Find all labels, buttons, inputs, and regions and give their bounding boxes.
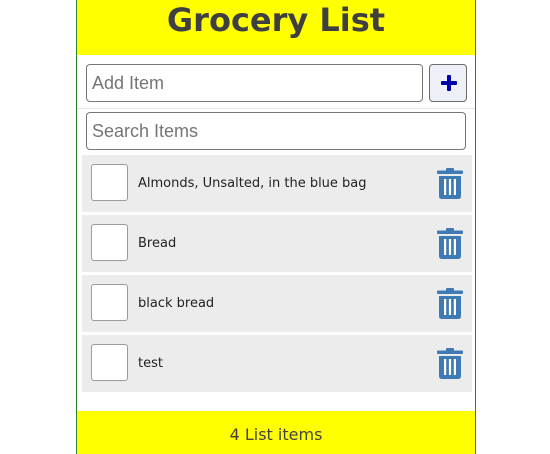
- item-label: test: [138, 356, 163, 371]
- list-item: Bread: [82, 215, 472, 272]
- item-checkbox[interactable]: [91, 284, 128, 321]
- trash-icon: [437, 348, 463, 379]
- add-item-form: [86, 64, 467, 102]
- header: Grocery List: [77, 0, 475, 55]
- item-checkbox[interactable]: [91, 164, 128, 201]
- grocery-list: Almonds, Unsalted, in the blue bag Bread: [82, 155, 472, 395]
- list-item: Almonds, Unsalted, in the blue bag: [82, 155, 472, 212]
- divider: [77, 108, 475, 109]
- item-count: 4 List items: [229, 425, 323, 444]
- add-item-button[interactable]: [429, 64, 467, 102]
- delete-item-button[interactable]: [437, 168, 463, 199]
- delete-item-button[interactable]: [437, 228, 463, 259]
- page-title: Grocery List: [166, 1, 386, 39]
- delete-item-button[interactable]: [437, 348, 463, 379]
- item-label: Almonds, Unsalted, in the blue bag: [138, 176, 367, 191]
- footer: 4 List items: [77, 411, 475, 454]
- delete-item-button[interactable]: [437, 288, 463, 319]
- trash-icon: [437, 228, 463, 259]
- app-container: Grocery List Almonds, Unsalted, in the b…: [76, 0, 476, 454]
- item-label: Bread: [138, 236, 177, 251]
- item-checkbox[interactable]: [91, 224, 128, 261]
- plus-icon: [441, 75, 457, 91]
- list-item: black bread: [82, 275, 472, 332]
- list-item: test: [82, 335, 472, 392]
- item-label: black bread: [138, 296, 215, 311]
- trash-icon: [437, 168, 463, 199]
- add-item-input[interactable]: [86, 64, 423, 102]
- trash-icon: [437, 288, 463, 319]
- item-checkbox[interactable]: [91, 344, 128, 381]
- search-input[interactable]: [86, 112, 466, 150]
